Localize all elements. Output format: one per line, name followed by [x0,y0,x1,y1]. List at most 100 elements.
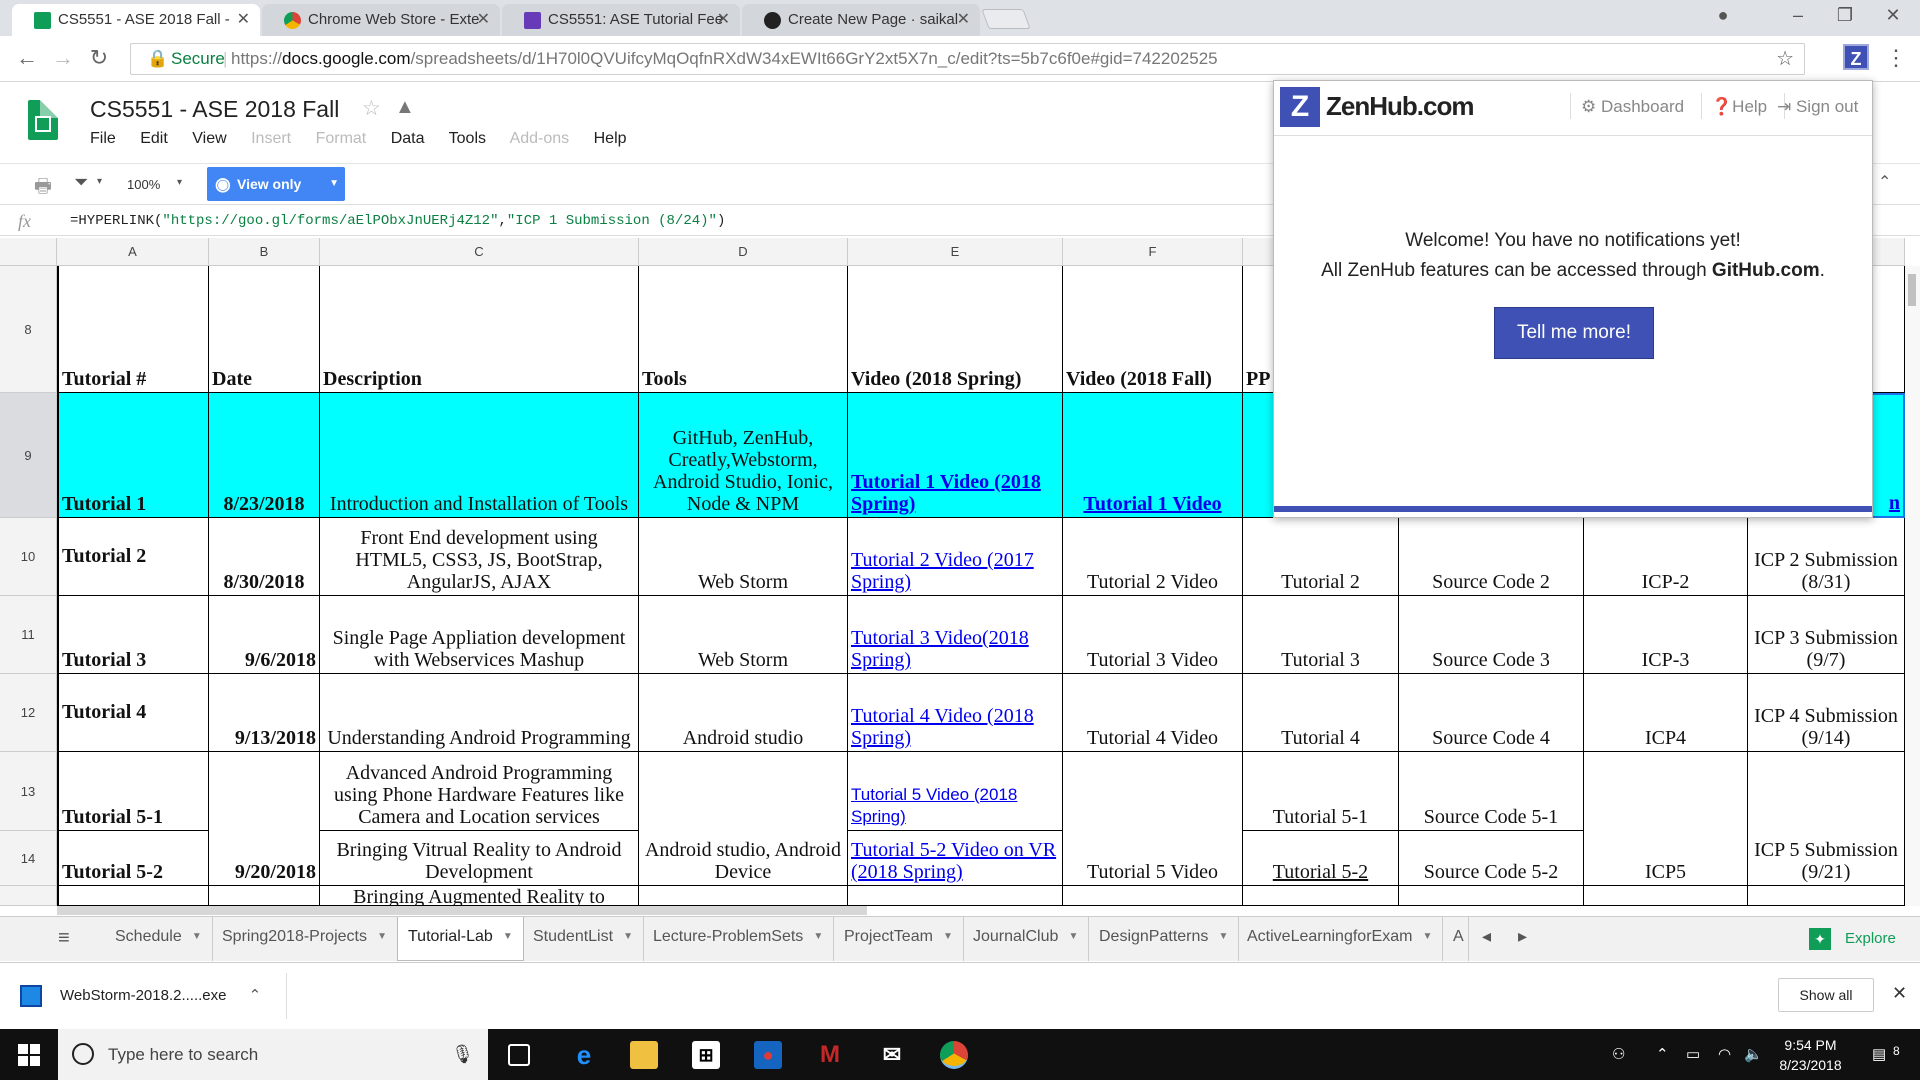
cell-tutorial-3[interactable]: Tutorial 3 [57,596,209,674]
show-all-button[interactable]: Show all [1778,978,1874,1012]
cell-source-4[interactable]: Source Code 4 [1399,674,1584,752]
download-item[interactable]: WebStorm-2018.2.....exe ⌃ [20,979,261,1013]
sheet-tab-journalclub[interactable]: JournalClub ▼ [963,917,1090,961]
scroll-tabs-left-icon[interactable]: ◂ [1482,926,1491,947]
cell-submission-4[interactable]: ICP 4 Submission (9/14) [1748,674,1905,752]
cell-date-6[interactable] [209,886,320,906]
close-shelf-icon[interactable]: ✕ [1892,983,1907,1004]
header-video-fall[interactable]: Video (2018 Fall) [1063,266,1243,393]
column-header-b[interactable]: B [209,238,320,266]
row-header-11[interactable]: 11 [0,596,57,674]
cell-icp-5[interactable]: ICP5 [1584,752,1748,886]
cell-description-6[interactable]: Bringing Augmented Reality to [320,886,639,906]
cell-video-spring-6[interactable] [848,886,1063,906]
header-date[interactable]: Date [209,266,320,393]
forward-icon[interactable]: → [48,45,78,71]
cell-submission-5[interactable]: ICP 5 Submission (9/21) [1748,752,1905,886]
tell-me-more-button[interactable]: Tell me more! [1494,307,1654,359]
column-header-d[interactable]: D [639,238,848,266]
bookmark-star-icon[interactable]: ☆ [1776,44,1794,74]
cell-tools-3[interactable]: Web Storm [639,596,848,674]
chevron-down-icon[interactable]: ▾ [177,177,182,188]
cell-description-1[interactable]: Introduction and Installation of Tools [320,393,639,518]
cell-slides-5-1[interactable]: Tutorial 5-1 [1243,752,1399,831]
close-tab-icon[interactable]: ✕ [717,4,730,36]
menu-file[interactable]: File [90,130,116,147]
back-icon[interactable]: ← [12,45,42,71]
print-icon[interactable]: 🖶 [34,172,52,204]
header-tools[interactable]: Tools [639,266,848,393]
browser-tab-github[interactable]: Create New Page · saikal ✕ [742,4,980,36]
mail-icon[interactable]: ✉ [878,1041,906,1069]
close-tab-icon[interactable]: ✕ [237,4,250,36]
cell-submission-3[interactable]: ICP 3 Submission (9/7) [1748,596,1905,674]
cell-video-fall-4[interactable]: Tutorial 4 Video [1063,674,1243,752]
doc-title[interactable]: CS5551 - ASE 2018 Fall [90,96,339,123]
star-icon[interactable]: ☆ [362,96,381,121]
link-video-spring-5-1[interactable]: Tutorial 5 Video (2018 Spring) [848,752,1063,831]
column-header-a[interactable]: A [57,238,209,266]
close-tab-icon[interactable]: ✕ [477,4,490,36]
zenhub-signout-link[interactable]: ⇥ Sign out [1777,97,1858,117]
taskbar-search-input[interactable]: Type here to search 🎙 [58,1029,488,1080]
vertical-scrollbar[interactable] [1905,266,1920,906]
cell-date-5[interactable]: 9/20/2018 [209,752,320,886]
cell-icp-2[interactable]: ICP-2 [1584,518,1748,596]
cell-date-1[interactable]: 8/23/2018 [209,393,320,518]
sheet-tab-spring2018-projects[interactable]: Spring2018-Projects ▼ [212,917,398,961]
reload-icon[interactable]: ↻ [84,45,114,71]
link-video-spring-3[interactable]: Tutorial 3 Video(2018 Spring) [848,596,1063,674]
cell-tools-5[interactable]: Android studio, Android Device [639,752,848,886]
cell-slides-4[interactable]: Tutorial 4 [1243,674,1399,752]
menu-view[interactable]: View [192,130,226,147]
menu-help[interactable]: Help [594,130,627,147]
cell-slides-6[interactable] [1243,886,1399,906]
zenhub-brand[interactable]: ZenHub.com [1326,91,1474,122]
cell-icp-3[interactable]: ICP-3 [1584,596,1748,674]
cell-source-5-1[interactable]: Source Code 5-1 [1399,752,1584,831]
zenhub-dashboard-link[interactable]: ⚙ Dashboard [1581,97,1684,117]
select-all-corner[interactable] [0,238,57,266]
microphone-icon[interactable]: 🎙 [451,1029,474,1080]
link-video-spring-2[interactable]: Tutorial 2 Video (2017 Spring) [848,518,1063,596]
view-only-button[interactable]: ◉ View only ▼ [207,167,345,201]
sheet-tab-activelearningforexam[interactable]: ActiveLearningforExam ▼ [1237,917,1444,961]
cell-description-4[interactable]: Understanding Android Programming [320,674,639,752]
cell-video-fall-6[interactable] [1063,886,1243,906]
cell-description-5-2[interactable]: Bringing Vitrual Reality to Android Deve… [320,831,639,886]
cell-tutorial-5-1[interactable]: Tutorial 5-1 [57,752,209,831]
zoom-select[interactable]: 100% [127,177,160,192]
row-header-9[interactable]: 9 [0,393,57,518]
cell-submission-2[interactable]: ICP 2 Submission (8/31) [1748,518,1905,596]
file-explorer-icon[interactable] [630,1041,658,1069]
app-icon[interactable]: ● [754,1041,782,1069]
sheets-logo-icon[interactable] [28,100,58,140]
cell-tutorial-4[interactable]: Tutorial 4 [57,674,209,752]
row-header-13[interactable]: 13 [0,752,57,831]
cell-source-5-2[interactable]: Source Code 5-2 [1399,831,1584,886]
browser-tab-webstore[interactable]: Chrome Web Store - Exte ✕ [262,4,500,36]
link-video-fall-1[interactable]: Tutorial 1 Video [1063,393,1243,518]
sheet-tab-designpatterns[interactable]: DesignPatterns ▼ [1089,917,1240,961]
header-video-spring[interactable]: Video (2018 Spring) [848,266,1063,393]
zenhub-help-link[interactable]: ❓Help [1711,97,1767,117]
menu-data[interactable]: Data [391,130,425,147]
cell-tutorial-1[interactable]: Tutorial 1 [57,393,209,518]
link-video-spring-4[interactable]: Tutorial 4 Video (2018 Spring) [848,674,1063,752]
column-header-c[interactable]: C [320,238,639,266]
column-header-e[interactable]: E [848,238,1063,266]
row-header-14[interactable]: 14 [0,831,57,886]
horizontal-scrollbar[interactable] [57,906,867,915]
header-tutorial[interactable]: Tutorial # [57,266,209,393]
cell-source-6[interactable] [1399,886,1584,906]
sheet-tab-tutorial-lab[interactable]: Tutorial-Lab ▼ [397,917,524,961]
notifications-icon[interactable]: ▤ [1872,1029,1886,1080]
scrollbar-thumb[interactable] [1908,274,1916,306]
windows-start-icon[interactable] [18,1044,40,1066]
browser-tab-sheets[interactable]: CS5551 - ASE 2018 Fall - ✕ [12,4,260,36]
chevron-up-icon[interactable]: ⌃ [249,987,262,1004]
filter-icon[interactable]: ⏷ [74,172,88,193]
menu-tools[interactable]: Tools [449,130,486,147]
header-description[interactable]: Description [320,266,639,393]
profile-icon[interactable]: ● [1700,0,1746,30]
